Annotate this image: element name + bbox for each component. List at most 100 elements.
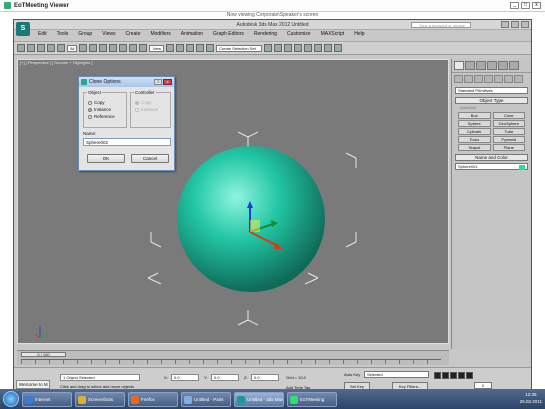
hierarchy-tab-icon[interactable] [476,61,486,70]
next-frame-icon[interactable] [458,372,465,379]
object-name-field[interactable]: Sphere001 [455,163,528,170]
primitive-teapot-button[interactable]: Teapot [458,144,491,151]
window-crossing-icon[interactable] [109,44,118,52]
named-selection-select[interactable]: Create Selection Set [216,44,263,52]
start-button[interactable] [3,391,19,407]
dialog-titlebar[interactable]: Clone Options ? x [79,77,174,87]
maximize-icon[interactable] [511,21,519,28]
selection-filter-select[interactable]: All [67,44,78,52]
menu-animation[interactable]: Animation [181,30,203,39]
scale-icon[interactable] [139,44,148,52]
cameras-icon[interactable] [484,75,493,83]
play-icon[interactable] [450,372,457,379]
unlink-icon[interactable] [47,44,55,52]
material-editor-icon[interactable] [314,44,323,52]
bind-warp-icon[interactable] [57,44,65,52]
helpers-icon[interactable] [494,75,503,83]
minimize-icon[interactable]: _ [510,2,519,9]
menu-customize[interactable]: Customize [287,30,311,39]
menu-views[interactable]: Views [102,30,115,39]
menu-tools[interactable]: Tools [57,30,69,39]
time-slider[interactable]: 0 / 100 [21,352,66,357]
taskbar-item[interactable]: Screenshots [75,391,125,407]
select-by-name-icon[interactable] [89,44,98,52]
motion-tab-icon[interactable] [487,61,497,70]
menu-edit[interactable]: Edit [38,30,47,39]
select-link-icon[interactable] [37,44,45,52]
render-icon[interactable] [334,44,343,52]
primitive-torus-button[interactable]: Torus [458,136,491,143]
modify-tab-icon[interactable] [465,61,475,70]
autogrid-checkbox[interactable]: AutoGrid [460,105,523,110]
menu-create[interactable]: Create [125,30,140,39]
auto-key-button[interactable]: Auto Key [344,372,360,377]
undo-icon[interactable] [17,44,25,52]
go-start-icon[interactable] [434,372,441,379]
utilities-tab-icon[interactable] [509,61,519,70]
taskbar-item[interactable]: Untitled - 3ds Max [234,391,284,407]
taskbar-item[interactable]: Firefox [128,391,178,407]
primitive-cone-button[interactable]: Cone [492,112,525,119]
system-clock[interactable]: 12:36 25.02.2011 [520,391,542,405]
shapes-icon[interactable] [464,75,473,83]
angle-snap-icon[interactable] [186,44,195,52]
geometry-icon[interactable] [454,75,463,83]
object-copy-radio[interactable]: Copy [88,100,122,105]
z-coord-field[interactable]: 0.0 [251,374,279,381]
menu-help[interactable]: Help [354,30,364,39]
schematic-icon[interactable] [304,44,313,52]
ref-coord-select[interactable]: View [149,44,165,52]
object-reference-radio[interactable]: Reference [88,114,122,119]
menu-modifiers[interactable]: Modifiers [150,30,170,39]
primitive-pyramid-button[interactable]: Pyramid [492,136,525,143]
menu-graph-editors[interactable]: Graph Editors [213,30,244,39]
object-instance-radio[interactable]: Instance [88,107,122,112]
ok-button[interactable]: OK [87,154,125,163]
select-icon[interactable] [79,44,88,52]
primitive-tube-button[interactable]: Tube [492,128,525,135]
taskbar-item[interactable]: Untitled - Paint [181,391,231,407]
spinner-snap-icon[interactable] [206,44,215,52]
primitive-cylinder-button[interactable]: Cylinder [458,128,491,135]
percent-snap-icon[interactable] [196,44,205,52]
primitive-box-button[interactable]: Box [458,112,491,119]
controller-instance-radio[interactable]: Instance [135,107,166,112]
controller-copy-radio[interactable]: Copy [135,100,166,105]
menu-group[interactable]: Group [78,30,92,39]
spacewarps-icon[interactable] [504,75,513,83]
redo-icon[interactable] [27,44,35,52]
primitive-plane-button[interactable]: Plane [492,144,525,151]
app-menu-button[interactable]: S [16,22,30,36]
key-mode-select[interactable]: Selected [364,371,429,378]
primitive-geosphere-button[interactable]: GeoSphere [492,120,525,127]
lights-icon[interactable] [474,75,483,83]
help-button[interactable]: ? [154,79,162,85]
maximize-icon[interactable]: □ [521,2,530,9]
primitive-type-dropdown[interactable]: Standard Primitives [455,87,528,94]
pivot-icon[interactable] [166,44,175,52]
cancel-button[interactable]: Cancel [131,154,169,163]
rect-region-icon[interactable] [99,44,108,52]
prev-frame-icon[interactable] [442,372,449,379]
display-tab-icon[interactable] [498,61,508,70]
close-icon[interactable]: x [532,2,541,9]
current-frame-field[interactable]: 0 [474,382,492,389]
systems-icon[interactable] [514,75,523,83]
align-icon[interactable] [274,44,283,52]
close-button[interactable]: x [163,79,172,85]
y-coord-field[interactable]: 0.0 [211,374,239,381]
move-icon[interactable] [119,44,128,52]
menu-rendering[interactable]: Rendering [254,30,277,39]
maxscript-listener[interactable]: Welcome to M [16,380,50,389]
menu-maxscript[interactable]: MAXScript [321,30,345,39]
snap-icon[interactable] [176,44,185,52]
primitive-sphere-button[interactable]: Sphere [458,120,491,127]
frame-ruler[interactable] [21,359,441,364]
mirror-icon[interactable] [264,44,273,52]
create-tab-icon[interactable] [454,61,464,70]
clone-name-input[interactable]: Sphere002 [83,138,171,146]
object-color-swatch[interactable] [519,164,525,170]
rotate-icon[interactable] [129,44,138,52]
object-type-rollout[interactable]: Object Type [455,97,528,104]
taskbar-item[interactable]: EoTMeeting [287,391,337,407]
